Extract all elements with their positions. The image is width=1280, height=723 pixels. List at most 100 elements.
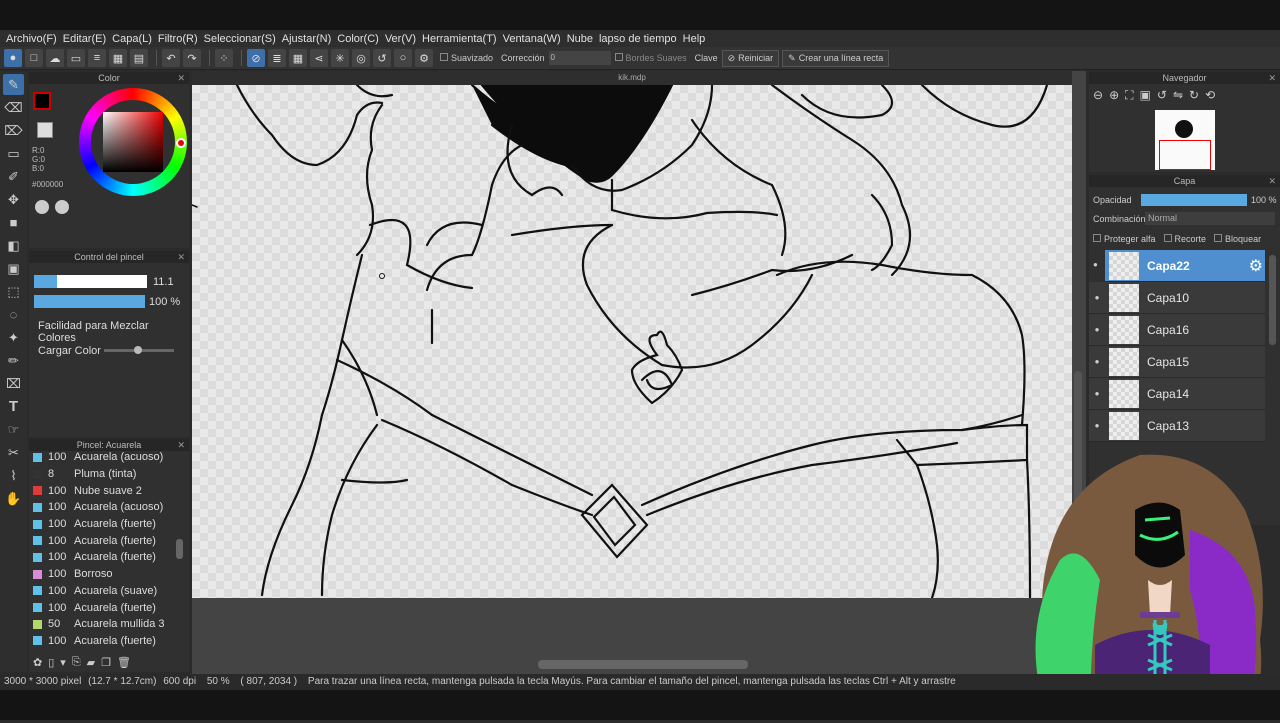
list-item[interactable]: 100 Acuarela (fuerte) [29, 532, 179, 549]
snap-vanish-icon[interactable]: ⋖ [310, 49, 328, 67]
close-icon[interactable]: ✕ [1268, 72, 1276, 84]
list-item[interactable]: 100 Acuarela (fuerte) [29, 516, 179, 533]
brush-list-scrollbar[interactable] [176, 539, 183, 559]
close-icon[interactable]: ✕ [1268, 175, 1276, 187]
close-icon[interactable]: ✕ [177, 251, 185, 263]
select-pen-icon[interactable]: ✏ [3, 350, 24, 371]
list-item[interactable]: 100 Acuarela (fuerte) [29, 633, 179, 650]
transparent-swatch[interactable] [37, 122, 53, 138]
eyedropper-tool-icon[interactable]: ⌇ [3, 465, 24, 486]
horizontal-scrollbar[interactable] [538, 660, 748, 669]
bucket-tool-icon[interactable]: ◧ [3, 235, 24, 256]
list-item[interactable]: 50 Acuarela mullida 3 [29, 616, 179, 633]
list-item[interactable]: 8 Pluma (tinta) [29, 466, 179, 483]
duplicate-icon[interactable]: ❐ [101, 656, 111, 669]
copy-brush-icon[interactable]: ⎘ [72, 656, 81, 669]
operation-tool-icon[interactable]: ☞ [3, 419, 24, 440]
correction-select[interactable]: 0 [548, 51, 611, 65]
rotate-right-icon[interactable]: ↻ [1189, 88, 1199, 103]
document-tab[interactable]: kik.mdp [192, 71, 1072, 85]
snap-ellipse-icon[interactable]: ○ [394, 49, 412, 67]
layer-row[interactable]: ● Capa16 [1089, 314, 1265, 346]
list-item[interactable]: 100 Borroso [29, 566, 179, 583]
divide-tool-icon[interactable]: ✂ [3, 442, 24, 463]
list-item[interactable]: 100 Acuarela (fuerte) [29, 599, 179, 616]
eraser-tool-icon[interactable]: ⌫ [3, 97, 24, 118]
visibility-icon[interactable]: ● [1089, 325, 1105, 334]
menu-color[interactable]: Color(C) [337, 33, 379, 45]
load-color-slider[interactable] [104, 346, 174, 354]
brush-size-slider[interactable] [34, 275, 147, 288]
snap-off-icon[interactable]: ⊘ [247, 49, 265, 67]
layer-list-scrollbar[interactable] [1269, 255, 1276, 345]
brush-opacity-value[interactable]: 100 % [149, 296, 180, 308]
menu-select[interactable]: Seleccionar(S) [204, 33, 276, 45]
redo-icon[interactable]: ↷ [183, 49, 201, 67]
navigator-thumbnail[interactable] [1155, 110, 1215, 170]
actual-size-icon[interactable]: ▣ [1140, 88, 1151, 103]
menu-file[interactable]: Archivo(F) [6, 33, 57, 45]
layer-eye-selected[interactable]: ● [1093, 260, 1098, 269]
lasso-tool-icon[interactable]: ◌ [3, 304, 24, 325]
brush-tool-icon[interactable]: ✎ [3, 74, 24, 95]
layer-opacity-slider[interactable] [1141, 194, 1247, 206]
palette-icon[interactable] [35, 200, 49, 214]
layer-row[interactable]: ● Capa13 [1089, 410, 1265, 442]
new-file-icon[interactable]: □ [25, 49, 43, 67]
visibility-icon[interactable]: ● [1089, 389, 1105, 398]
menu-view[interactable]: Ver(V) [385, 33, 416, 45]
visibility-icon[interactable]: ● [1089, 357, 1105, 366]
reset-view-icon[interactable]: ⟲ [1205, 88, 1215, 103]
list-item[interactable]: 100 Acuarela (fuerte) [29, 549, 179, 566]
list-item[interactable]: 100 Nube suave 2 [29, 482, 179, 499]
saturation-square[interactable] [103, 112, 163, 172]
menu-window[interactable]: Ventana(W) [503, 33, 561, 45]
list-item[interactable]: 100 Acuarela (acuoso) [29, 449, 179, 466]
hand-tool-icon[interactable]: ✋ [3, 488, 24, 509]
select-eraser-icon[interactable]: ⌧ [3, 373, 24, 394]
layer-row[interactable]: ● Capa15 [1089, 346, 1265, 378]
reset-button[interactable]: ⊘ Reiniciar [721, 49, 780, 67]
straight-line-button[interactable]: ✎ Crear una línea recta [782, 49, 890, 67]
close-icon[interactable]: ✕ [177, 72, 185, 84]
filter-icon[interactable]: ▤ [130, 49, 148, 67]
deselect-icon[interactable]: ⁘ [215, 49, 233, 67]
trash-icon[interactable]: 🗑 [117, 656, 131, 669]
app-icon[interactable]: ● [4, 49, 22, 67]
snap-parallel-icon[interactable]: ≣ [268, 49, 286, 67]
magic-wand-icon[interactable]: ✦ [3, 327, 24, 348]
gear-icon[interactable]: ⚙ [1249, 256, 1263, 276]
menu-layer[interactable]: Capa(L) [112, 33, 152, 45]
menu-timelapse[interactable]: lapso de tiempo [599, 33, 677, 45]
menu-edit[interactable]: Editar(E) [63, 33, 106, 45]
snap-grid-icon[interactable]: ▦ [289, 49, 307, 67]
protect-alpha-checkbox[interactable] [1093, 234, 1101, 242]
fill-rect-icon[interactable]: ■ [3, 212, 24, 233]
folder-icon[interactable]: ▰ [87, 656, 95, 669]
zoom-in-icon[interactable]: ⊕ [1109, 88, 1119, 103]
rotate-left-icon[interactable]: ↺ [1157, 88, 1167, 103]
dot-tool-icon[interactable]: ✐ [3, 166, 24, 187]
clip-checkbox[interactable] [1163, 234, 1172, 242]
menu-filter[interactable]: Filtro(R) [158, 33, 198, 45]
visibility-icon[interactable]: ● [1089, 293, 1105, 302]
zoom-out-icon[interactable]: ⊖ [1093, 88, 1103, 103]
gradient-tool-icon[interactable]: ▣ [3, 258, 24, 279]
palette-add-icon[interactable] [55, 200, 69, 214]
snap-settings-icon[interactable]: ⚙ [415, 49, 433, 67]
grid-icon[interactable]: ▦ [109, 49, 127, 67]
layer-row[interactable]: Capa22 ⚙ [1105, 250, 1265, 282]
layer-row[interactable]: ● Capa10 [1089, 282, 1265, 314]
visibility-icon[interactable]: ● [1089, 421, 1105, 430]
menu-adjust[interactable]: Ajustar(N) [282, 33, 332, 45]
menu-help[interactable]: Help [683, 33, 706, 45]
cloud-icon[interactable]: ☁ [46, 49, 64, 67]
layer-row[interactable]: ● Capa14 [1089, 378, 1265, 410]
menu-tool[interactable]: Herramienta(T) [422, 33, 497, 45]
add-brush-icon[interactable]: ✿ [33, 656, 42, 669]
save-icon[interactable]: ▭ [67, 49, 85, 67]
undo-icon[interactable]: ↶ [162, 49, 180, 67]
soft-edges-checkbox[interactable] [614, 53, 623, 61]
flip-icon[interactable]: ⇋ [1173, 88, 1183, 103]
drawing-canvas[interactable] [192, 85, 1072, 598]
